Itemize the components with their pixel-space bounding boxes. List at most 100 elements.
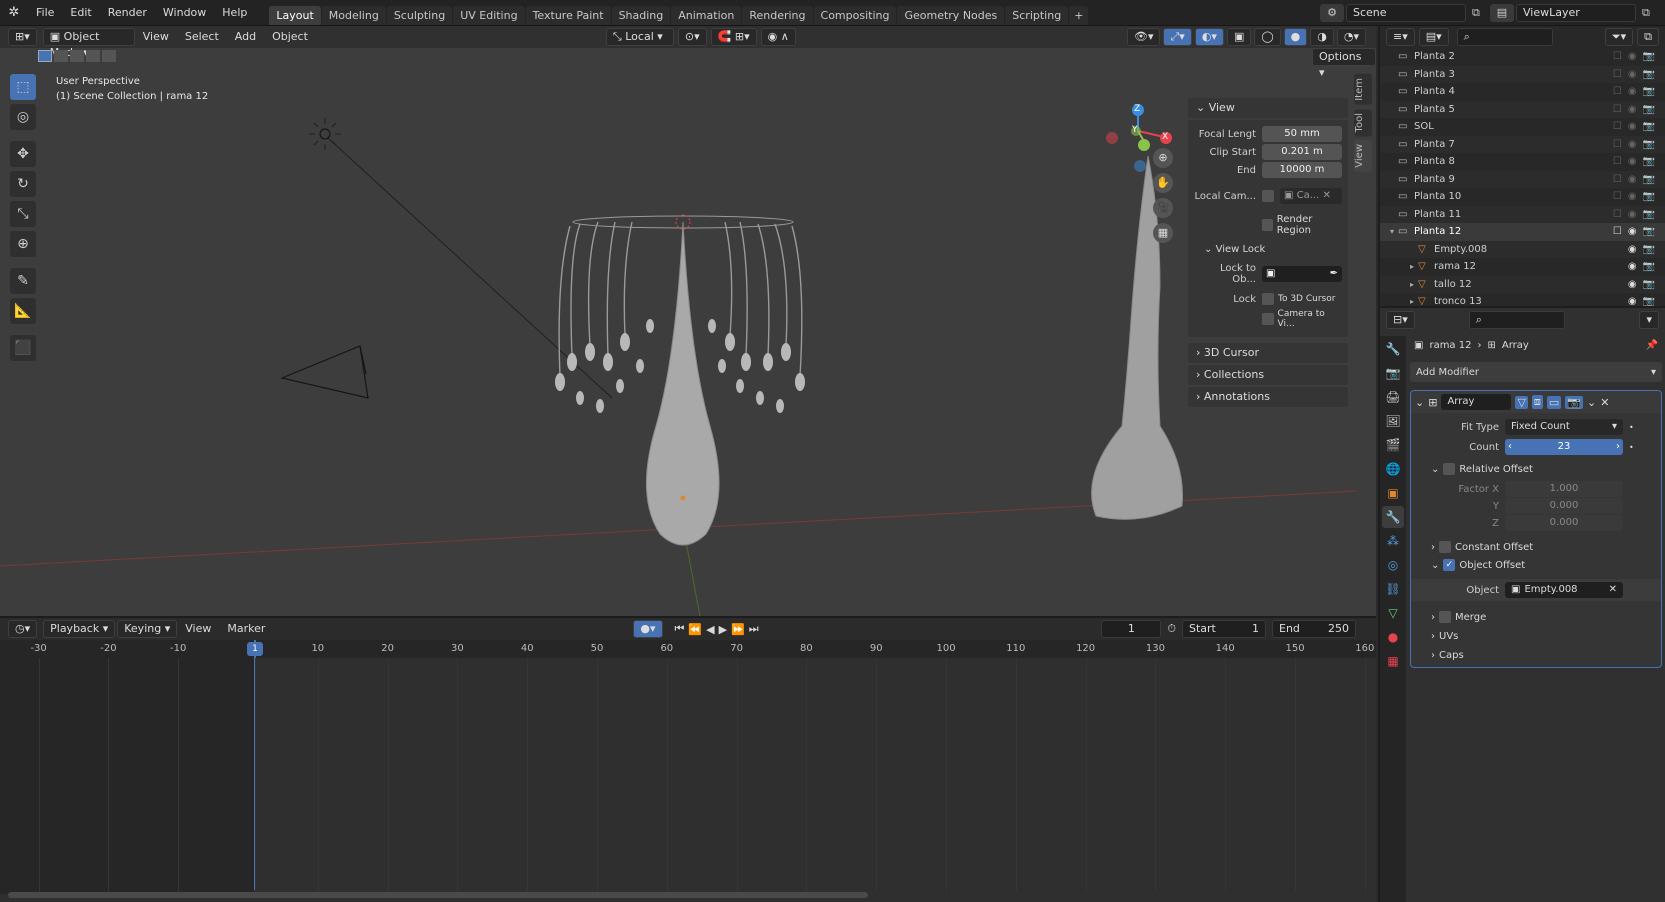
eye-icon[interactable]: ◉ <box>1628 139 1637 150</box>
new-scene-icon[interactable]: ⧉ <box>1472 6 1480 20</box>
menu-help[interactable]: Help <box>214 0 255 26</box>
outliner-collection-row[interactable]: ▭ Planta 2 ☐ ◉ 📷 <box>1380 48 1665 66</box>
camera-render-icon[interactable]: 📷 <box>1643 279 1655 290</box>
local-camera-checkbox[interactable] <box>1262 190 1274 202</box>
modifier-name-field[interactable]: Array <box>1441 394 1512 410</box>
eye-icon[interactable]: ◉ <box>1628 209 1637 220</box>
move-tool-icon[interactable]: ✥ <box>10 141 36 167</box>
camera-render-icon[interactable]: 📷 <box>1643 69 1655 80</box>
outliner-object-row[interactable]: ▽Empty.008☐◉📷 <box>1380 240 1665 258</box>
viewlayer-name-field[interactable]: ViewLayer <box>1516 4 1636 22</box>
timeline-menu-view[interactable]: View <box>177 616 219 642</box>
timeline-menu-marker[interactable]: Marker <box>219 616 273 642</box>
add-workspace-icon[interactable]: + <box>1069 6 1089 25</box>
panel-collections[interactable]: › Collections <box>1188 365 1348 385</box>
offset-object-field[interactable]: ▣ Empty.008 ✕ <box>1505 582 1623 598</box>
pin-icon[interactable]: 📌 <box>1646 340 1658 351</box>
expand-arrow-icon[interactable]: ▸ <box>1380 297 1418 306</box>
3d-viewport[interactable]: ⊞▾ ▣ Object Mode ▾ View Select Add Objec… <box>0 26 1376 616</box>
expand-arrow-icon[interactable]: ▾ <box>1380 227 1398 236</box>
remove-modifier-close-icon[interactable]: ✕ <box>1600 396 1609 409</box>
edit-mode-toggle-icon[interactable]: ▽ <box>1515 395 1528 409</box>
factor-x-field[interactable]: 1.000 <box>1505 481 1623 497</box>
properties-options-icon[interactable]: ▾ <box>1639 311 1659 329</box>
outliner-editor-type-icon[interactable]: ≡▾ <box>1386 28 1415 46</box>
tab-geometry-nodes[interactable]: Geometry Nodes <box>897 6 1005 25</box>
tab-sculpting[interactable]: Sculpting <box>386 6 453 25</box>
jump-start-icon[interactable]: ⏮ <box>675 622 685 636</box>
panel-3d-cursor[interactable]: › 3D Cursor <box>1188 343 1348 363</box>
view-layer-tab-icon[interactable]: 🖼 <box>1382 410 1404 432</box>
outliner-collection-row[interactable]: ▭ Planta 3 ☐ ◉ 📷 <box>1380 65 1665 83</box>
object-tab-icon[interactable]: ▣ <box>1382 482 1404 504</box>
jump-keyframe-back-icon[interactable]: ⏪ <box>688 623 702 636</box>
checkbox-icon[interactable]: ☐ <box>1613 226 1622 237</box>
panel-annotations[interactable]: › Annotations <box>1188 387 1348 407</box>
checkbox-icon[interactable]: ☐ <box>1613 209 1622 220</box>
camera-render-icon[interactable]: 📷 <box>1643 86 1655 97</box>
eye-icon[interactable]: ◉ <box>1628 191 1637 202</box>
checkbox-icon[interactable]: ☐ <box>1613 191 1622 202</box>
tab-rendering[interactable]: Rendering <box>742 6 813 25</box>
local-camera-field[interactable]: ▣ Ca... ✕ <box>1280 188 1342 204</box>
new-viewlayer-icon[interactable]: ⧉ <box>1642 6 1650 20</box>
factor-z-field[interactable]: 0.000 <box>1505 515 1623 531</box>
eyedropper-icon[interactable]: ✒ <box>1330 266 1338 282</box>
clip-end-field[interactable]: 10000 m <box>1262 162 1342 178</box>
output-tab-icon[interactable]: 🖨 <box>1382 386 1404 408</box>
menu-window[interactable]: Window <box>155 0 214 26</box>
camera-render-icon[interactable]: 📷 <box>1643 51 1655 62</box>
focal-length-field[interactable]: 50 mm <box>1262 126 1342 142</box>
checkbox-icon[interactable]: ☐ <box>1613 86 1622 97</box>
properties-search-input[interactable]: ⌕ <box>1468 311 1565 329</box>
count-field[interactable]: ‹ 23 › <box>1505 439 1623 455</box>
lock-3d-cursor-checkbox[interactable] <box>1262 293 1274 305</box>
transform-tool-icon[interactable]: ⊕ <box>10 231 36 257</box>
checkbox-icon[interactable]: ☐ <box>1613 104 1622 115</box>
end-frame-field[interactable]: End 250 <box>1272 620 1356 638</box>
increment-icon[interactable]: › <box>1616 439 1620 455</box>
sidebar-tab-tool[interactable]: Tool <box>1354 108 1372 137</box>
outliner-object-row[interactable]: ▸▽tallo 12☐◉📷 <box>1380 275 1665 293</box>
current-frame-field[interactable]: 1 <box>1101 620 1162 638</box>
particles-tab-icon[interactable]: ⁂ <box>1382 530 1404 552</box>
physics-tab-icon[interactable]: ◎ <box>1382 554 1404 576</box>
outliner-collection-row[interactable]: ▭ Planta 10 ☐ ◉ 📷 <box>1380 188 1665 206</box>
jump-end-icon[interactable]: ⏭ <box>749 622 759 636</box>
outliner-collection-row[interactable]: ▭ Planta 11 ☐ ◉ 📷 <box>1380 205 1665 223</box>
annotate-tool-icon[interactable]: ✎ <box>10 268 36 294</box>
clip-start-field[interactable]: 0.201 m <box>1262 144 1342 160</box>
data-tab-icon[interactable]: ▽ <box>1382 602 1404 624</box>
keyframe-dot-icon[interactable]: • <box>1629 423 1634 432</box>
tab-modeling[interactable]: Modeling <box>321 6 386 25</box>
fit-type-dropdown[interactable]: Fixed Count ▾ <box>1505 419 1623 435</box>
render-region-checkbox[interactable] <box>1262 219 1273 231</box>
decrement-icon[interactable]: ‹ <box>1508 439 1512 455</box>
select-box-tool-icon[interactable]: ⬚ <box>10 74 36 100</box>
stopwatch-icon[interactable]: ⏱ <box>1167 622 1176 636</box>
scene-tab-icon[interactable]: 🎬 <box>1382 434 1404 456</box>
collapse-chevron-icon[interactable]: ⌄ <box>1415 396 1424 409</box>
eye-icon[interactable]: ◉ <box>1628 174 1637 185</box>
playhead-frame-badge[interactable]: 1 <box>247 642 263 656</box>
timeline-editor-type-icon[interactable]: ◷▾ <box>8 620 38 638</box>
eye-icon[interactable]: ◉ <box>1628 279 1637 290</box>
keying-menu[interactable]: Keying ▾ <box>117 620 178 638</box>
camera-render-icon[interactable]: 📷 <box>1643 209 1655 220</box>
outliner-object-row[interactable]: ▸▽rama 12☐◉📷 <box>1380 258 1665 276</box>
object-offset-checkbox[interactable]: ✓ <box>1443 559 1456 571</box>
camera-render-icon[interactable]: 📷 <box>1643 139 1655 150</box>
eye-icon[interactable]: ◉ <box>1628 86 1637 97</box>
new-collection-icon[interactable]: ⧉ <box>1637 28 1659 46</box>
add-cube-tool-icon[interactable]: ⬛ <box>10 335 36 361</box>
checkbox-icon[interactable]: ☐ <box>1613 174 1622 185</box>
scene-selector[interactable]: ⚙ Scene ⧉ <box>1320 4 1480 22</box>
render-tab-icon[interactable]: 📷 <box>1382 362 1404 384</box>
factor-y-field[interactable]: 0.000 <box>1505 498 1623 514</box>
caps-subpanel[interactable]: › Caps <box>1411 650 1661 661</box>
tab-animation[interactable]: Animation <box>671 6 742 25</box>
cage-toggle-icon[interactable]: ⧈ <box>1531 395 1543 409</box>
eye-icon[interactable]: ◉ <box>1628 156 1637 167</box>
outliner-collection-row[interactable]: ▭ SOL ☐ ◉ 📷 <box>1380 118 1665 136</box>
tab-compositing[interactable]: Compositing <box>813 6 897 25</box>
